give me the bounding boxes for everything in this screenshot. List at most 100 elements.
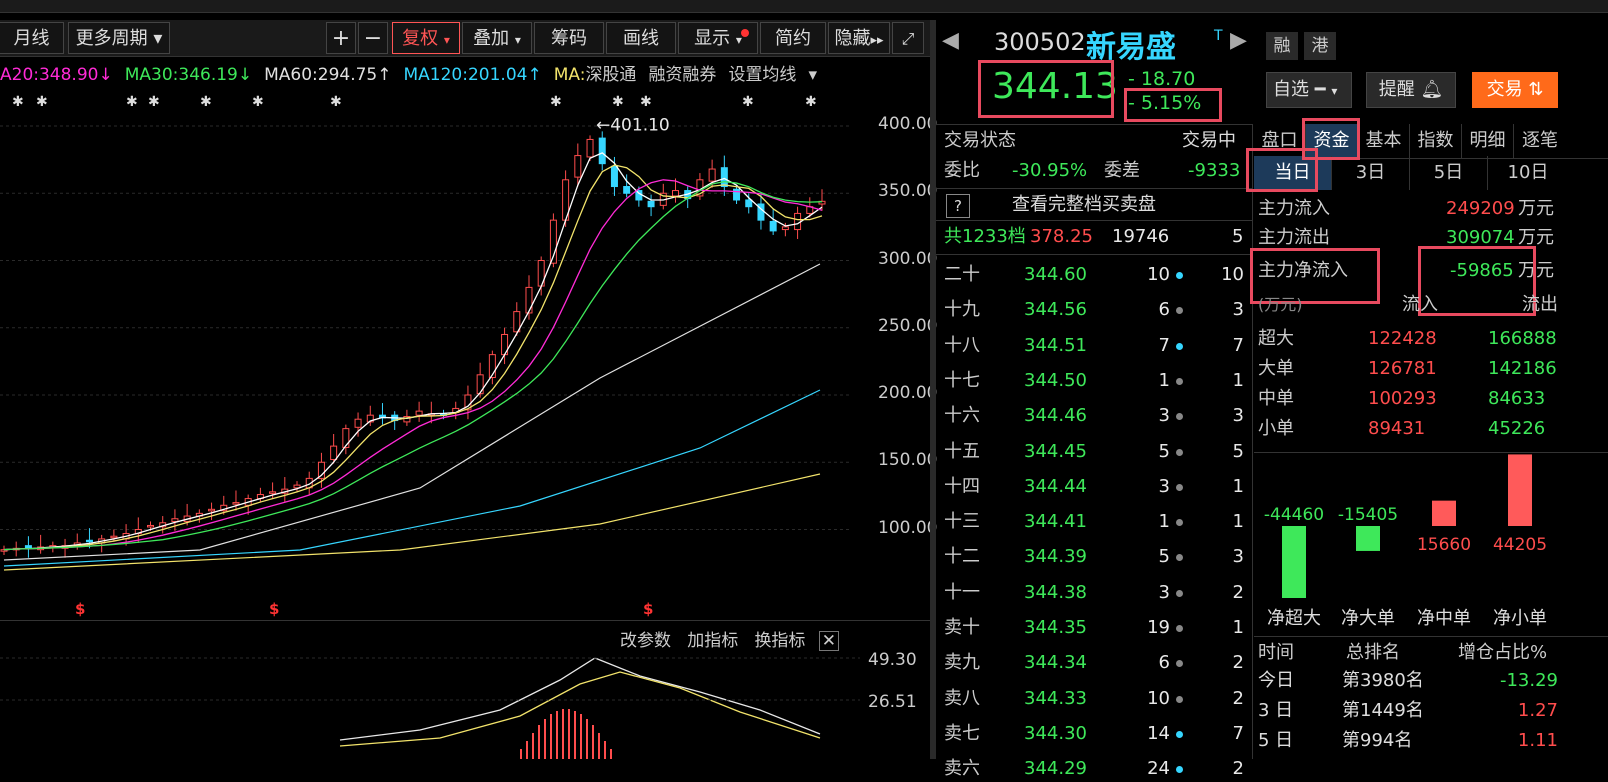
orderbook-level-label: 十八 (944, 334, 980, 356)
orderbook-level-label: 十五 (944, 440, 980, 462)
macd-bar (526, 741, 528, 759)
orderbook-volume: 1 (1158, 511, 1170, 533)
event-marker-icon[interactable]: ✱ (805, 94, 817, 110)
orderbook-level-label: 十一 (944, 581, 980, 603)
highlight-today-tab (1246, 148, 1318, 192)
net-flow-bar-chart: -44460 净超大 -15405 净大单 15660 净中单 44205 净小单 (1264, 454, 1547, 629)
event-marker-icon[interactable]: ✱ (126, 94, 138, 110)
orderbook-level-label: 十二 (944, 546, 980, 568)
order-dot-icon (1176, 307, 1183, 315)
draw-line-button[interactable]: 画线 (606, 22, 676, 54)
display-button[interactable]: 显示 ▾ (678, 22, 758, 54)
event-marker-icon[interactable]: ✱ (200, 94, 212, 110)
more-periods-button[interactable]: 更多周期 ▾ (68, 22, 170, 54)
fund-row-out: 166888 (1488, 328, 1557, 349)
adjust-button[interactable]: 复权 ▾ (392, 22, 460, 54)
total-price: 378.25 (1030, 226, 1093, 247)
table-head-in: 流入 (1402, 294, 1438, 315)
hide-button[interactable]: 隐藏▸▸ (828, 22, 890, 54)
zoom-in-button[interactable]: + (326, 22, 356, 54)
highlight-price (978, 60, 1114, 118)
orderbook-price: 344.50 (1024, 369, 1087, 391)
orderbook-price: 344.46 (1024, 405, 1087, 427)
tab-basic[interactable]: 基本 (1358, 124, 1410, 158)
event-marker-icon[interactable]: ✱ (640, 94, 652, 110)
event-marker-icon[interactable]: ✱ (550, 94, 562, 110)
macd-bar (538, 725, 540, 759)
link-ma-settings[interactable]: 设置均线 (728, 65, 796, 85)
zoom-out-button[interactable]: − (358, 22, 388, 54)
event-marker-icon[interactable]: ✱ (12, 94, 24, 110)
macd-bar (550, 714, 552, 759)
event-marker-icon[interactable]: ✱ (36, 94, 48, 110)
net-flow-bar (1356, 526, 1380, 551)
watchlist-button[interactable]: 自选 ━ ▾ (1266, 72, 1352, 108)
orderbook-price: 344.39 (1024, 546, 1087, 568)
fund-row-out: 84633 (1488, 388, 1546, 409)
alert-button[interactable]: 提醒 🔔︎ (1366, 72, 1456, 108)
dividend-marker-icon[interactable]: $ (75, 600, 85, 618)
next-stock-icon[interactable]: ▶ (1230, 28, 1247, 53)
candle-body (586, 138, 594, 158)
help-icon[interactable]: ? (946, 194, 970, 218)
event-marker-icon[interactable]: ✱ (148, 94, 160, 110)
prev-stock-icon[interactable]: ◀ (942, 28, 959, 53)
candle-body (745, 199, 753, 208)
tab-detail[interactable]: 明细 (1462, 124, 1514, 158)
candle-body (342, 428, 350, 448)
orderbook-level-label: 十九 (944, 299, 980, 321)
dividend-marker-icon[interactable]: $ (643, 600, 653, 618)
event-marker-icon[interactable]: ✱ (252, 94, 264, 110)
tab-tick[interactable]: 逐笔 (1514, 124, 1566, 158)
dividend-marker-icon[interactable]: $ (269, 600, 279, 618)
splitter[interactable] (930, 20, 936, 759)
simple-mode-button[interactable]: 简约 (760, 22, 826, 54)
candle-body (232, 502, 240, 505)
candlestick-chart[interactable]: ←401.10 ✱ ✱ ✱ ✱ ✱ ✱ ✱ ✱ ✱ ✱ ✱ ✱ $ $ $ (0, 88, 930, 618)
main-inflow-value: 249209 (1446, 198, 1515, 219)
net-flow-value: -15405 (1338, 505, 1398, 525)
tab-10day[interactable]: 10日 (1488, 156, 1568, 190)
fullscreen-icon[interactable]: ⤢ (892, 22, 924, 54)
tab-index[interactable]: 指数 (1410, 124, 1462, 158)
period-monthly-button[interactable]: 月线 (0, 22, 64, 54)
swap-arrows-icon: ⇅ (1528, 79, 1544, 100)
link-margin[interactable]: 融资融券 (648, 65, 716, 85)
price-tick-label: 250.00 (878, 315, 938, 336)
net-flow-bar (1432, 500, 1456, 526)
event-marker-icon[interactable]: ✱ (742, 94, 754, 110)
add-indicator-button[interactable]: 加指标 (687, 631, 738, 651)
close-icon[interactable]: ✕ (818, 631, 839, 651)
tab-5day[interactable]: 5日 (1410, 156, 1488, 190)
candle-body (147, 524, 155, 528)
trade-button[interactable]: 交易 ⇅ (1472, 72, 1558, 108)
net-flow-label: 净超大 (1267, 608, 1321, 629)
price-tick-label: 150.00 (878, 450, 938, 471)
orderbook-volume: 5 (1158, 546, 1170, 568)
candle-body (794, 212, 802, 231)
overlay-button[interactable]: 叠加 ▾ (462, 22, 532, 54)
rank-head-rank: 总排名 (1346, 642, 1400, 663)
candle-body (415, 410, 423, 416)
net-flow-label: 净中单 (1417, 608, 1471, 629)
divider (936, 254, 1252, 255)
event-marker-icon[interactable]: ✱ (330, 94, 342, 110)
fund-row-in: 89431 (1368, 418, 1426, 439)
candle-body (208, 508, 216, 512)
divider (1252, 124, 1253, 759)
event-marker-icon[interactable]: ✱ (612, 94, 624, 110)
display-label: 显示 (694, 28, 731, 49)
link-sgt[interactable]: 深股通 (585, 65, 636, 85)
total-volume: 19746 (1112, 226, 1170, 247)
macd-bar (592, 725, 594, 759)
view-full-orderbook-link[interactable]: 查看完整档买卖盘 (1012, 192, 1156, 218)
rank-row-pct: -13.29 (1499, 670, 1558, 691)
switch-indicator-button[interactable]: 换指标 (754, 631, 805, 651)
tab-3day[interactable]: 3日 (1332, 156, 1410, 190)
macd-bar (520, 749, 522, 759)
chip-button[interactable]: 筹码 (534, 22, 604, 54)
edit-params-button[interactable]: 改参数 (620, 631, 671, 651)
candle-body (110, 535, 118, 539)
candle-body (610, 165, 618, 188)
fund-row-in: 126781 (1368, 358, 1437, 379)
